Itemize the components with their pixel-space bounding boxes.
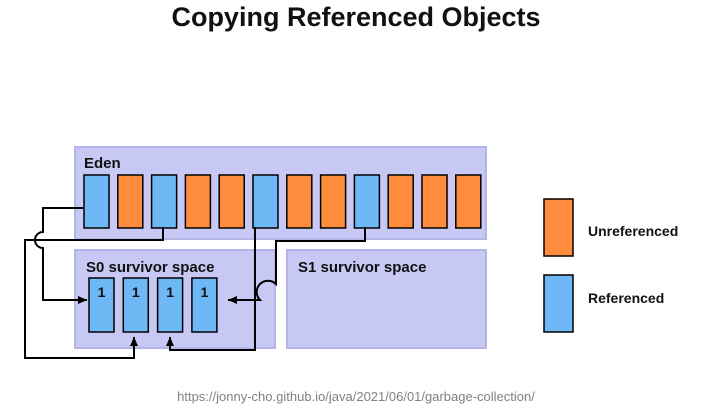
eden-label: Eden <box>84 155 121 172</box>
s0-label: S0 survivor space <box>86 259 214 276</box>
eden-object-unreferenced <box>421 174 448 229</box>
eden-object-unreferenced <box>387 174 414 229</box>
eden-object-unreferenced <box>218 174 245 229</box>
s1-label: S1 survivor space <box>298 259 426 276</box>
s0-object-age-label: 1 <box>132 284 140 300</box>
s0-object-age-label: 1 <box>166 284 174 300</box>
legend-swatch-referenced <box>543 274 574 333</box>
eden-object-referenced <box>150 174 178 229</box>
eden-object-unreferenced <box>286 174 313 229</box>
eden-object-unreferenced <box>184 174 212 229</box>
source-caption: https://jonny-cho.github.io/java/2021/06… <box>177 389 535 404</box>
s0-object-age-label: 1 <box>98 284 106 300</box>
eden-object-referenced <box>83 174 110 229</box>
legend-label-unreferenced: Unreferenced <box>588 223 678 239</box>
eden-object-unreferenced <box>455 174 482 229</box>
legend-swatch-unreferenced <box>543 198 574 257</box>
legend-label-referenced: Referenced <box>588 290 664 306</box>
eden-object-unreferenced <box>319 174 347 229</box>
eden-object-unreferenced <box>117 174 144 229</box>
eden-object-referenced <box>252 174 279 229</box>
s0-object-age-label: 1 <box>201 284 209 300</box>
eden-object-referenced <box>353 174 381 229</box>
heap-diagram: Eden S0 survivor space S1 survivor space… <box>24 146 678 359</box>
